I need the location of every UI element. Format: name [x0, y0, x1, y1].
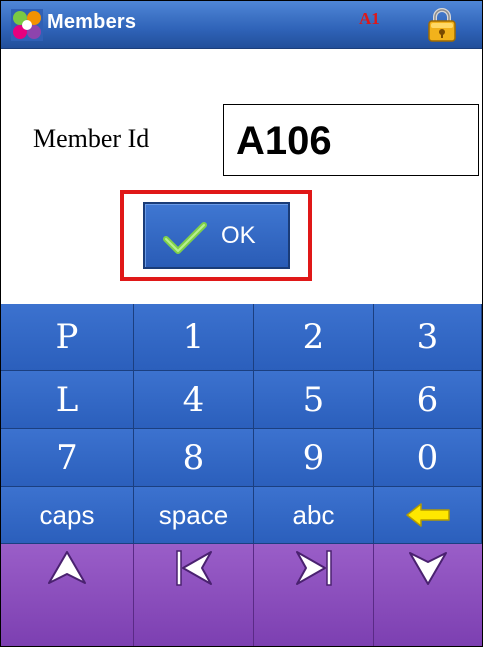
key-4[interactable]: 4 — [134, 371, 254, 429]
down-arrow-icon — [409, 552, 447, 585]
nav-first-button[interactable] — [134, 544, 254, 646]
key-8[interactable]: 8 — [134, 429, 254, 487]
app-window: Members A1 Member Id A106 OK P 1 2 3 L 4… — [0, 0, 483, 647]
member-id-field[interactable]: A106 — [223, 104, 479, 176]
key-0[interactable]: 0 — [374, 429, 482, 487]
key-3[interactable]: 3 — [374, 304, 482, 371]
nav-down-button[interactable] — [374, 544, 482, 646]
backspace-key[interactable] — [374, 487, 482, 544]
key-space[interactable]: space — [134, 487, 254, 544]
up-arrow-icon — [48, 551, 86, 584]
key-9[interactable]: 9 — [254, 429, 374, 487]
first-record-icon — [175, 550, 212, 586]
key-6[interactable]: 6 — [374, 371, 482, 429]
app-logo-icon — [11, 9, 43, 41]
title-bar: Members A1 — [1, 1, 482, 49]
keypad: P 1 2 3 L 4 5 6 7 8 9 0 caps space abc — [1, 304, 482, 646]
member-id-label: Member Id — [33, 124, 150, 153]
left-arrow-icon — [405, 503, 450, 527]
key-5[interactable]: 5 — [254, 371, 374, 429]
nav-last-button[interactable] — [254, 544, 374, 646]
key-1[interactable]: 1 — [134, 304, 254, 371]
ok-button-label: OK — [221, 222, 256, 249]
key-l[interactable]: L — [1, 371, 134, 429]
lock-icon[interactable] — [426, 7, 458, 43]
key-p[interactable]: P — [1, 304, 134, 371]
ok-button[interactable]: OK — [143, 202, 290, 269]
key-caps[interactable]: caps — [1, 487, 134, 544]
last-record-icon — [295, 550, 332, 586]
user-code-badge: A1 — [359, 9, 380, 28]
checkmark-icon — [163, 222, 207, 254]
window-title: Members — [47, 11, 137, 33]
key-2[interactable]: 2 — [254, 304, 374, 371]
key-7[interactable]: 7 — [1, 429, 134, 487]
nav-up-button[interactable] — [1, 544, 134, 646]
key-abc[interactable]: abc — [254, 487, 374, 544]
